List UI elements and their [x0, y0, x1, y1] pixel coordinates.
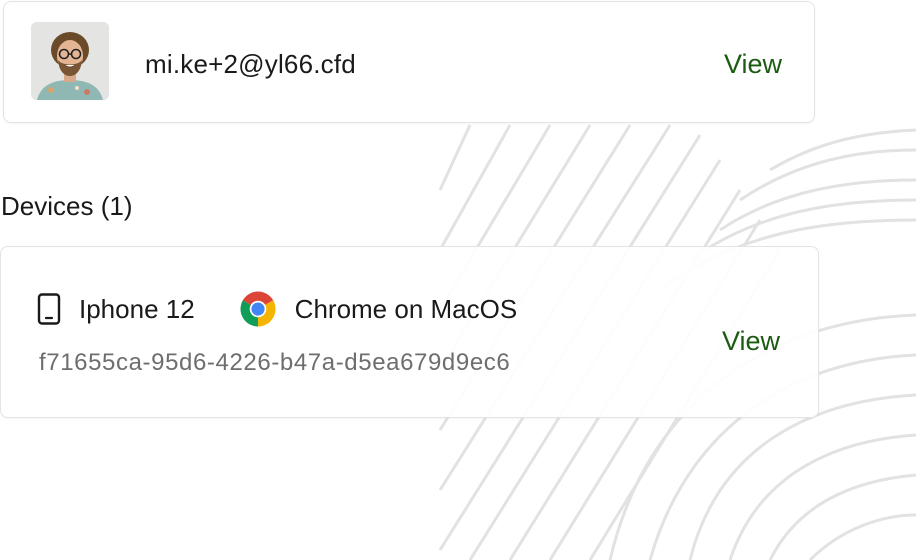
device-id: f71655ca-95d6-4226-b47a-d5ea679d9ec6 [39, 349, 511, 376]
view-user-link[interactable]: View [724, 48, 782, 80]
devices-section-title: Devices (1) [1, 191, 133, 221]
view-device-link[interactable]: View [722, 325, 780, 357]
chrome-icon [240, 291, 276, 327]
user-avatar-icon [31, 22, 109, 100]
phone-icon [37, 293, 61, 325]
browser-name: Chrome on MacOS [294, 293, 518, 324]
device-name: Iphone 12 [79, 293, 195, 324]
user-email: mi.ke+2@yl66.cfd [145, 49, 356, 79]
user-card: mi.ke+2@yl66.cfd View [3, 1, 815, 123]
device-card: Iphone 12 Chrome on MacOS f71655ca-95d6-… [0, 246, 819, 418]
device-info-row: Iphone 12 Chrome on MacOS [37, 291, 517, 327]
user-avatar [31, 22, 109, 100]
